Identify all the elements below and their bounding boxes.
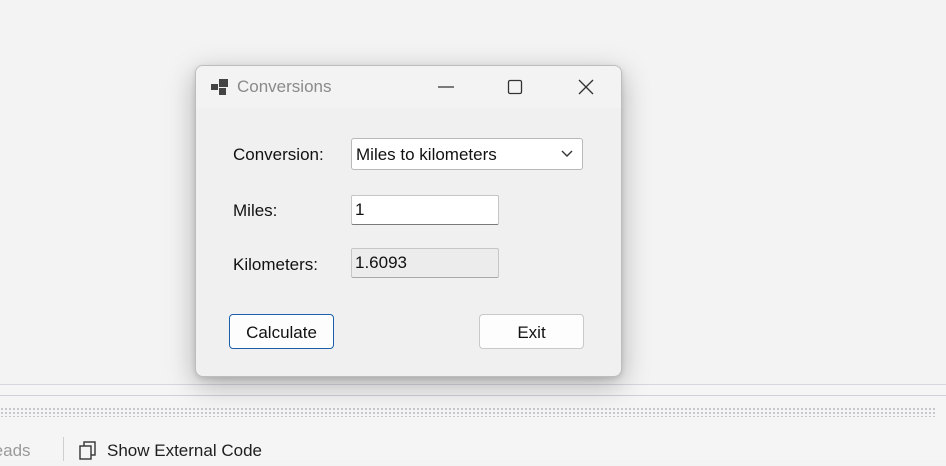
- panel-resize-grip[interactable]: [0, 407, 936, 417]
- conversion-dropdown[interactable]: Miles to kilometers: [351, 138, 583, 170]
- miles-label: Miles:: [233, 201, 278, 220]
- close-icon: [578, 79, 594, 95]
- close-button[interactable]: [563, 72, 609, 102]
- chevron-down-icon: [561, 150, 573, 157]
- calculate-button[interactable]: Calculate: [229, 314, 334, 349]
- maximize-icon: [507, 79, 523, 95]
- conversions-dialog: Conversions Conversion: Miles to kilomet…: [195, 65, 622, 377]
- debug-bottom-panel: reads Show External Code: [0, 384, 946, 461]
- show-external-code-button[interactable]: Show External Code: [107, 441, 262, 461]
- exit-button[interactable]: Exit: [479, 314, 584, 349]
- kilometers-label: Kilometers:: [233, 255, 319, 274]
- minimize-button[interactable]: [423, 72, 469, 102]
- toolbar-separator: [63, 437, 64, 461]
- kilometers-output: [351, 248, 499, 278]
- external-code-icon[interactable]: [78, 441, 100, 461]
- miles-input[interactable]: [351, 195, 499, 225]
- threads-label[interactable]: reads: [0, 441, 31, 461]
- conversion-selected-value: Miles to kilometers: [356, 145, 497, 164]
- conversion-label: Conversion:: [233, 145, 324, 164]
- panel-divider: [0, 395, 946, 396]
- minimize-icon: [438, 86, 454, 88]
- app-window-icon: [210, 78, 230, 96]
- panel-toolbar: reads Show External Code: [0, 437, 946, 461]
- maximize-button[interactable]: [492, 72, 538, 102]
- title-bar[interactable]: Conversions: [196, 66, 621, 108]
- window-title: Conversions: [237, 77, 332, 96]
